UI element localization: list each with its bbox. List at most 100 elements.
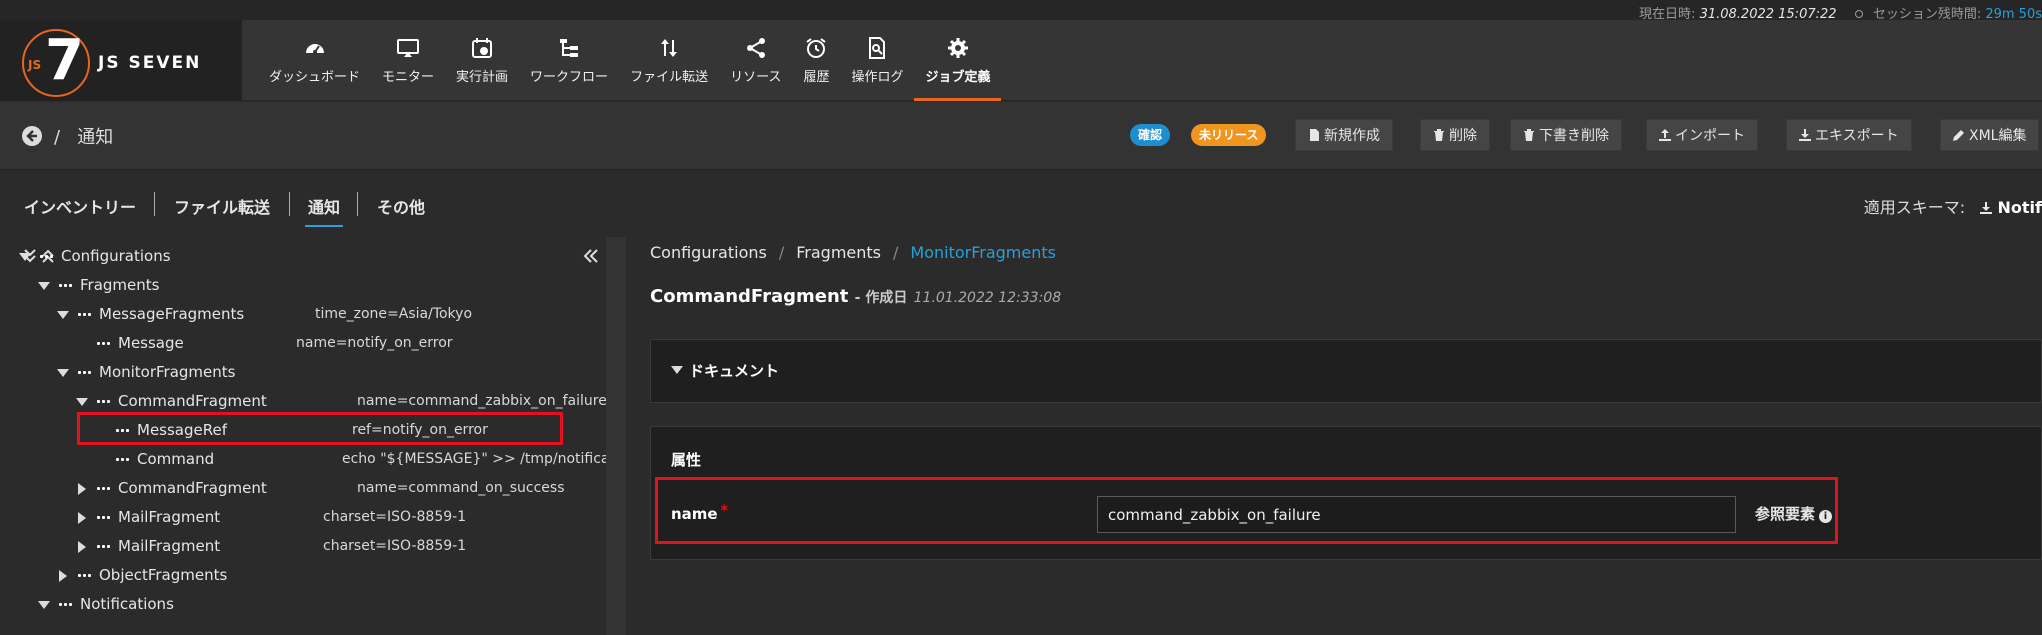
action-bar: / 通知 確認 未リリース 新規作成 削除 下書き削除 インポート エキスポート… [0,102,2042,170]
caret-right-icon[interactable] [59,570,67,582]
tree-node[interactable]: MonitorFragments [0,358,600,387]
logo[interactable]: JS 7 JS SEVEN [0,20,242,101]
nav-label: モニター [382,70,435,85]
tree-node[interactable]: ObjectFragments [0,561,600,590]
nav-job-definition[interactable]: ジョブ定義 [914,20,1002,101]
node-menu-icon[interactable] [95,482,111,494]
schema-value[interactable]: Notif [1998,198,2042,217]
info-icon: i [1819,510,1833,523]
tab-divider [357,192,358,216]
top-header: JS 7 JS SEVEN ダッシュボード モニター 実行計画 ワークフロー フ… [0,20,2042,101]
required-marker: * [720,503,728,519]
node-menu-icon[interactable] [76,569,92,581]
back-arrow-icon[interactable] [22,126,42,146]
alarm-clock-icon [806,38,827,58]
caret-right-icon[interactable] [78,483,86,495]
transfer-icon [661,39,678,57]
detail-panel: Configurations / Fragments / MonitorFragment… [626,237,2042,635]
tab-other[interactable]: その他 [377,194,425,218]
caret-down-icon[interactable] [38,282,50,290]
node-menu-icon[interactable] [95,511,111,523]
nav-dashboard[interactable]: ダッシュボード [258,20,371,101]
name-field-label: name * [671,503,728,523]
caret-down-icon[interactable] [76,398,88,406]
tree-node-attribute: time_zone=Asia/Tokyo [315,306,473,322]
tree-node-label: ObjectFragments [99,566,228,584]
nav-resources[interactable]: リソース [719,20,792,101]
caret-right-icon[interactable] [78,512,86,524]
download-icon [1980,202,1993,214]
delete-draft-button[interactable]: 下書き削除 [1510,119,1622,151]
schema-info: 適用スキーマ: Notif [1864,194,2042,218]
caret-right-icon[interactable] [78,541,86,553]
nav-file-transfer[interactable]: ファイル転送 [619,20,719,101]
tab-divider [289,192,290,216]
breadcrumb-item[interactable]: Configurations [650,243,767,262]
caret-down-icon[interactable] [38,601,50,609]
tabs-bar: インベントリー ファイル転送 通知 その他 適用スキーマ: Notif [0,171,2042,237]
nav-history[interactable]: 履歴 [792,20,840,101]
nav-workflow[interactable]: ワークフロー [519,20,619,101]
caret-down-icon[interactable] [57,311,69,319]
tree-node-attribute: charset=ISO-8859-1 [323,538,467,554]
unreleased-badge: 未リリース [1191,124,1267,146]
node-menu-icon[interactable] [76,308,92,320]
pencil-icon [1953,130,1964,141]
tree-node-label: Configurations [61,247,171,265]
node-menu-icon[interactable] [38,250,54,262]
name-field[interactable] [1097,496,1736,533]
page-title: / 通知 [54,127,114,148]
node-menu-icon[interactable] [95,540,111,552]
tree-node[interactable]: Fragments [0,271,600,300]
nav-audit-log[interactable]: 操作ログ [840,20,914,101]
import-button[interactable]: インポート [1646,119,1758,151]
tree-node[interactable]: MailFragment charset=ISO-8859-1 [0,503,600,532]
reference-element-link[interactable]: 参照要素 i [1755,503,1833,524]
caret-down-icon[interactable] [57,369,69,377]
tree-node-label: CommandFragment [118,479,267,497]
nav-monitor[interactable]: モニター [371,20,445,101]
node-menu-icon[interactable] [57,598,73,610]
breadcrumb: Configurations / Fragments / MonitorFragment… [650,243,1056,262]
xml-edit-button-label: XML編集 [1969,128,2027,144]
delete-button-label: 削除 [1449,128,1477,144]
tree-node-label: MessageFragments [99,305,245,323]
tree-node[interactable]: CommandFragment name=command_on_success [0,474,600,503]
breadcrumb-item[interactable]: Fragments [796,243,881,262]
tab-file-transfer[interactable]: ファイル転送 [174,194,270,218]
tree-node-attribute: name=notify_on_error [296,335,453,351]
delete-button[interactable]: 削除 [1420,119,1490,151]
confirm-badge: 確認 [1130,124,1171,146]
xml-edit-button[interactable]: XML編集 [1940,119,2040,151]
audit-log-icon [869,37,886,59]
logo-number: 7 [45,28,84,93]
node-menu-icon[interactable] [76,366,92,378]
nav-label: 操作ログ [851,70,904,85]
tree-node[interactable]: MessageFragments time_zone=Asia/Tokyo [0,300,600,329]
node-menu-icon[interactable] [95,395,111,407]
nav-schedule[interactable]: 実行計画 [445,20,519,101]
tree-node[interactable]: Configurations [0,242,600,271]
tree-scrollbar[interactable] [606,237,626,635]
new-button-label: 新規作成 [1324,128,1380,144]
calendar-icon [472,38,493,58]
main-nav: ダッシュボード モニター 実行計画 ワークフロー ファイル転送 リソース 履歴 [258,20,1002,101]
documentation-toggle[interactable]: ドキュメント [671,360,779,381]
tab-notification[interactable]: 通知 [304,194,344,227]
new-button[interactable]: 新規作成 [1295,119,1393,151]
monitor-icon [397,39,420,57]
tree-node-label: MonitorFragments [99,363,236,381]
nav-label: ファイル転送 [630,70,709,85]
tab-inventory[interactable]: インベントリー [24,194,136,218]
session-clock-icon [1854,10,1863,18]
node-menu-icon[interactable] [57,279,73,291]
caret-down-icon[interactable] [19,253,31,261]
node-menu-icon[interactable] [95,337,111,349]
tree-node[interactable]: MailFragment charset=ISO-8859-1 [0,532,600,561]
node-menu-icon[interactable] [114,453,130,465]
tree-node[interactable]: Command echo "${MESSAGE}" >> /tmp/notific… [0,445,662,474]
tree-node[interactable]: Message name=notify_on_error [0,329,600,358]
export-button[interactable]: エキスポート [1786,119,1912,151]
tree-node-label: Command [137,450,215,468]
tree-node[interactable]: Notifications [0,590,600,619]
